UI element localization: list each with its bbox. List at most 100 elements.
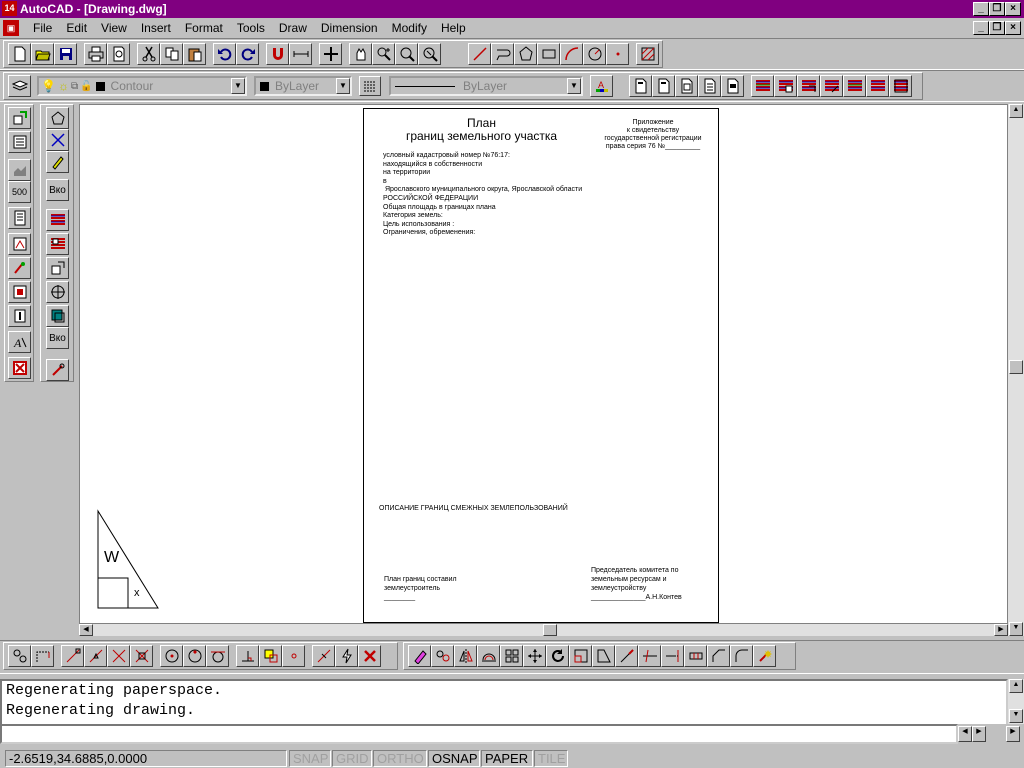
freeze-sun-icon[interactable]: ☼ [58,79,69,93]
toggle-ortho[interactable]: ORTHO [373,750,427,767]
flag-icon-4[interactable] [820,75,843,97]
tool-b2-icon[interactable] [46,129,69,151]
command-scroll-up[interactable]: ▲ [1009,679,1023,693]
text-tool-icon[interactable]: A [8,331,31,353]
rotate-icon[interactable] [546,645,569,667]
insert-block-button-1[interactable]: Вко [46,179,69,201]
tool-b8-icon[interactable] [46,281,69,303]
redo-icon[interactable] [236,43,259,65]
cut-icon[interactable] [137,43,160,65]
print-preview-icon[interactable] [107,43,130,65]
snap-insert-icon[interactable] [259,645,282,667]
tool-b3-icon[interactable] [46,151,69,173]
scroll-up-button[interactable]: ▲ [1009,104,1023,118]
menu-help[interactable]: Help [434,18,473,38]
command-hscroll[interactable]: ◀ ▶ ▶ [958,724,1024,744]
menu-file[interactable]: File [26,18,59,38]
tool-b6-icon[interactable] [46,233,69,255]
tool-a2-icon[interactable] [8,131,31,153]
rectangle-icon[interactable] [537,43,560,65]
layers-icon[interactable] [8,75,31,97]
tool-a8-icon[interactable] [8,281,31,303]
snap-intersection-icon[interactable] [107,645,130,667]
command-scroll-down[interactable]: ▼ [1009,709,1023,723]
snap-tracking-icon[interactable] [31,645,54,667]
snap-from-icon[interactable] [8,645,31,667]
linetype-dropdown[interactable]: ByLayer ▼ [389,76,583,96]
horizontal-scroll-thumb[interactable] [543,624,557,636]
print-icon[interactable] [84,43,107,65]
toggle-snap[interactable]: SNAP [289,750,331,767]
snap-tangent-icon[interactable] [206,645,229,667]
scale-500-button[interactable]: 500 [8,181,31,203]
lengthen-icon[interactable] [615,645,638,667]
doc-close-button[interactable]: × [1005,21,1021,35]
linetype-dropdown-arrow[interactable]: ▼ [567,78,581,94]
minimize-button[interactable]: _ [973,2,989,16]
flag-icon-2[interactable] [774,75,797,97]
layer-on-bulb-icon[interactable]: 💡 [41,79,56,93]
menu-edit[interactable]: Edit [59,18,94,38]
sheet5-icon[interactable] [721,75,744,97]
tool-a11-icon[interactable] [8,357,31,379]
doc-restore-button[interactable]: ❐ [989,21,1005,35]
layer-dropdown[interactable]: 💡 ☼ ⧉ 🔓 Contour ▼ [37,76,247,96]
menu-modify[interactable]: Modify [385,18,434,38]
zoom-realtime-icon[interactable] [372,43,395,65]
ucs-icon[interactable] [319,43,342,65]
scroll-right-button[interactable]: ▶ [994,624,1008,636]
snap-midpoint-icon[interactable] [84,645,107,667]
stretch-icon[interactable] [592,645,615,667]
flag-icon-6[interactable] [866,75,889,97]
menu-insert[interactable]: Insert [134,18,178,38]
distance-icon[interactable] [289,43,312,65]
toggle-grid[interactable]: GRID [332,750,372,767]
polygon-icon[interactable] [514,43,537,65]
command-scroll-left[interactable]: ◀ [958,726,972,742]
toggle-tile[interactable]: TILE [534,750,568,767]
tool-a3-icon[interactable] [8,159,31,181]
sheet4-icon[interactable] [698,75,721,97]
tool-b9-icon[interactable] [46,305,69,327]
flag-icon-3[interactable] [797,75,820,97]
sheet1-icon[interactable] [629,75,652,97]
flag-icon-7[interactable] [889,75,912,97]
sheet3-icon[interactable] [675,75,698,97]
paste-icon[interactable] [183,43,206,65]
menu-tools[interactable]: Tools [230,18,272,38]
scroll-left-button[interactable]: ◀ [79,624,93,636]
tool-a6-icon[interactable] [8,233,31,255]
explode-icon[interactable] [753,645,776,667]
menu-view[interactable]: View [94,18,134,38]
snap-node-icon[interactable] [282,645,305,667]
doc-minimize-button[interactable]: _ [973,21,989,35]
drawing-canvas[interactable]: План границ земельного участка Приложени… [79,104,1008,624]
tool-b11-icon[interactable] [46,359,69,381]
extend-icon[interactable] [661,645,684,667]
freeze-viewport-icon[interactable]: ⧉ [71,81,78,92]
open-icon[interactable] [31,43,54,65]
zoom-previous-icon[interactable] [418,43,441,65]
tool-a5-icon[interactable] [8,207,31,229]
tool-b7-icon[interactable] [46,257,69,279]
erase-icon[interactable] [408,645,431,667]
insert-block-button-2[interactable]: Вко [46,327,69,349]
circle-icon[interactable] [583,43,606,65]
point-icon[interactable] [606,43,629,65]
command-scroll-right-2[interactable]: ▶ [1006,726,1020,742]
tool-a9-icon[interactable] [8,305,31,327]
polyline-icon[interactable] [491,43,514,65]
color-dropdown-arrow[interactable]: ▼ [336,78,350,94]
chamfer-icon[interactable] [707,645,730,667]
autocad-app-icon[interactable]: 14 [2,1,17,16]
snap-magnet-icon[interactable] [266,43,289,65]
snap-quadrant-icon[interactable] [183,645,206,667]
command-scroll-right-1[interactable]: ▶ [972,726,986,742]
snap-center-icon[interactable] [160,645,183,667]
copy-icon[interactable] [160,43,183,65]
fillet-icon[interactable] [730,645,753,667]
snap-perpendicular-icon[interactable] [236,645,259,667]
color-dropdown[interactable]: ByLayer ▼ [254,76,352,96]
copy-object-icon[interactable] [431,645,454,667]
snap-apparent-intersection-icon[interactable] [130,645,153,667]
